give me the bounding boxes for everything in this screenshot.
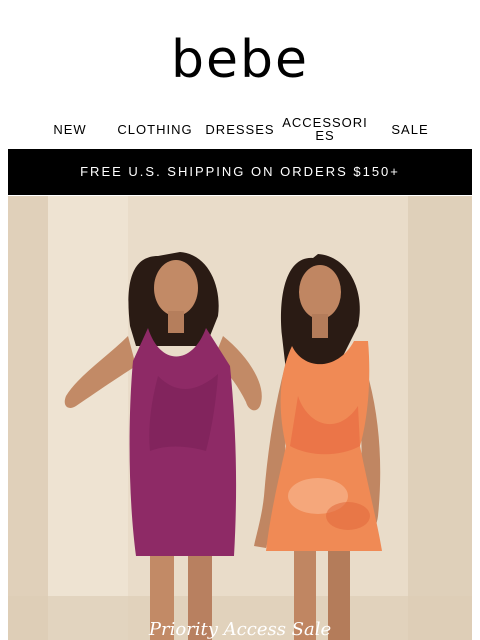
- nav-item-new[interactable]: NEW: [46, 123, 94, 136]
- nav-item-label: DRESSES: [205, 122, 275, 137]
- nav-item-label: SALE: [391, 122, 429, 137]
- hero-pillar-shadow: [8, 196, 48, 640]
- nav-item-dresses[interactable]: DRESSES: [202, 123, 278, 136]
- nav-item-clothing[interactable]: CLOTHING: [114, 123, 196, 136]
- shipping-banner[interactable]: FREE U.S. SHIPPING ON ORDERS $150+: [8, 149, 472, 195]
- nav-item-label: ACCESSORIES: [282, 115, 368, 143]
- nav-item-accessories[interactable]: ACCESSORIES: [282, 116, 368, 142]
- nav-item-label: CLOTHING: [117, 122, 193, 137]
- hero-pillar-light: [48, 196, 128, 640]
- hero-wall-shade: [408, 196, 472, 640]
- hero-image[interactable]: Priority Access Sale: [8, 196, 472, 640]
- nav-item-label: NEW: [53, 122, 87, 137]
- hero-illustration: [8, 196, 472, 640]
- hero-caption: Priority Access Sale: [148, 619, 332, 640]
- shipping-banner-text: FREE U.S. SHIPPING ON ORDERS $150+: [80, 164, 400, 179]
- email-header: bebe: [0, 0, 480, 110]
- nav-item-sale[interactable]: SALE: [386, 123, 434, 136]
- main-nav: NEW CLOTHING DRESSES ACCESSORIES SALE: [0, 110, 480, 148]
- brand-logo[interactable]: bebe: [0, 28, 480, 92]
